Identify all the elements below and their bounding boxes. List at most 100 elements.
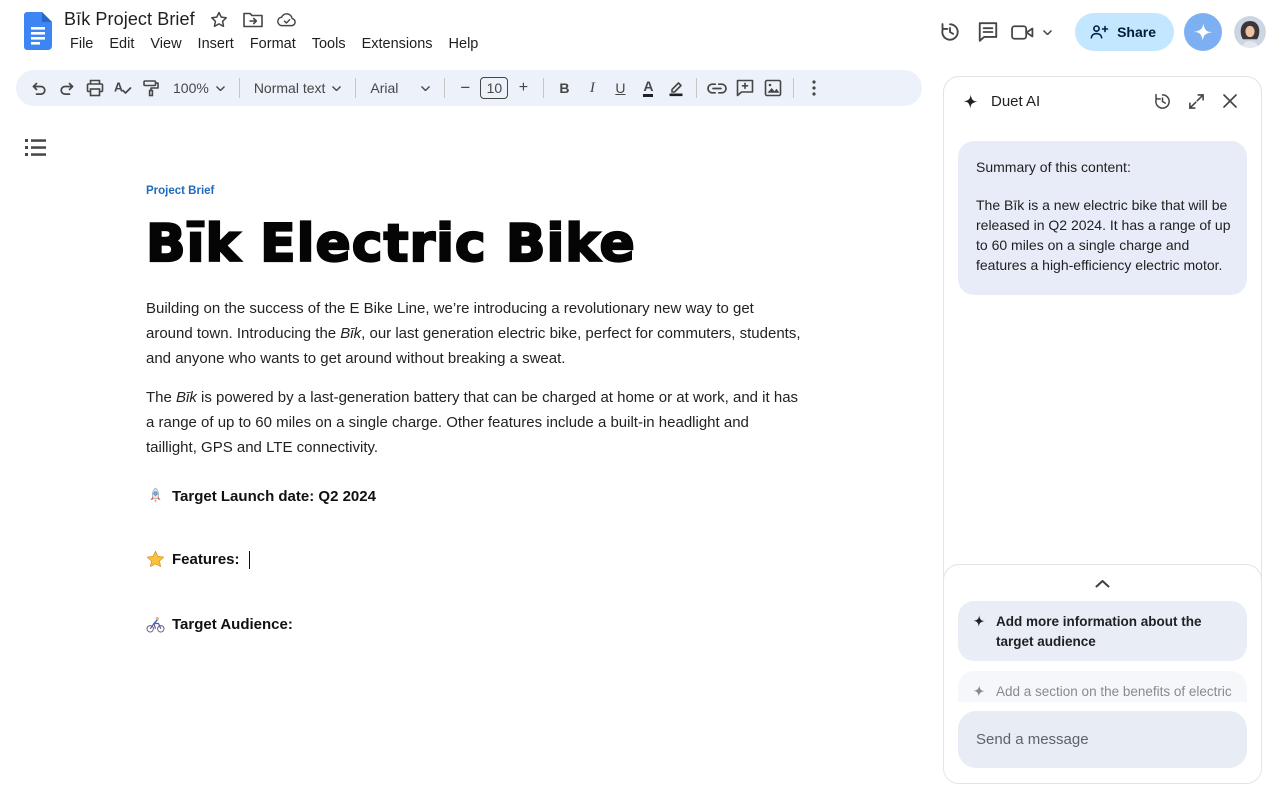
chevron-down-icon [421,86,430,91]
insert-image-button[interactable] [760,75,786,101]
close-icon [1222,93,1238,109]
sparkle-icon [1192,21,1214,43]
duet-history-button[interactable] [1145,84,1179,118]
target-audience-heading[interactable]: Target Audience: [146,615,293,634]
insert-link-button[interactable] [704,75,730,101]
duet-panel-title: Duet AI [991,93,1145,110]
google-docs-logo-icon[interactable] [24,12,52,50]
heading-text: Target Audience: [172,616,293,633]
document-title[interactable]: Bīk Project Brief [64,9,195,30]
paragraph-style-dropdown[interactable]: Normal text [247,75,349,101]
italic-product-name: Bīk [176,389,197,406]
spellcheck-icon: A [114,79,132,97]
paragraph-text: is powered by a last-generation battery … [146,389,798,456]
duet-message-input[interactable] [958,711,1247,768]
add-comment-button[interactable] [732,75,758,101]
print-icon [86,79,104,97]
version-history-button[interactable] [931,13,969,51]
underline-button[interactable]: U [607,75,633,101]
font-family-value: Arial [370,80,398,96]
document-outline-icon [24,137,48,159]
app-bar: Bīk Project Brief File Edit View Insert … [0,0,1280,64]
rocket-emoji [146,487,165,506]
collapse-suggestions-button[interactable] [1083,573,1123,595]
share-button[interactable]: Share [1075,13,1174,51]
menu-insert[interactable]: Insert [190,33,242,55]
menu-view[interactable]: View [142,33,189,55]
spelling-check-button[interactable]: A [110,75,136,101]
duet-ai-button[interactable] [1184,13,1222,51]
zoom-dropdown[interactable]: 100% [166,75,232,101]
move-to-folder-icon[interactable] [243,10,263,30]
suggestion-label: Add more information about the target au… [996,612,1233,650]
heading-text: Target Launch date: Q2 2024 [172,488,376,505]
link-icon [707,83,727,94]
italic-product-name: Bīk [340,325,361,342]
account-avatar[interactable] [1234,16,1266,48]
undo-icon [30,79,48,97]
paragraph-text: The [146,389,176,406]
menu-bar: File Edit View Insert Format Tools Exten… [62,33,486,55]
menu-help[interactable]: Help [441,33,487,55]
more-options-button[interactable] [801,75,827,101]
comment-icon [977,21,999,43]
menu-tools[interactable]: Tools [304,33,354,55]
bold-button[interactable]: B [551,75,577,101]
duet-expand-button[interactable] [1179,84,1213,118]
toolbar-divider [239,78,240,98]
menu-format[interactable]: Format [242,33,304,55]
increase-font-size-button[interactable]: + [510,75,536,101]
show-outline-button[interactable] [24,136,50,160]
font-family-dropdown[interactable]: Arial [363,75,437,101]
menu-file[interactable]: File [62,33,101,55]
summary-label: Summary of this content: [976,159,1231,175]
doc-main-title[interactable]: Bīk Electric Bike [146,214,636,274]
formatting-toolbar: A 100% Normal text Arial − 10 + B I U A [16,70,922,106]
duet-suggestions-sheet: Add more information about the target au… [943,564,1262,784]
comments-button[interactable] [969,13,1007,51]
join-call-button[interactable] [1007,13,1037,51]
redo-button[interactable] [54,75,80,101]
history-icon [1153,92,1172,111]
summary-body: The Bīk is a new electric bike that will… [976,195,1231,275]
decrease-font-size-button[interactable]: − [452,75,478,101]
duet-close-button[interactable] [1213,84,1247,118]
redo-icon [58,79,76,97]
doc-paragraph-2[interactable]: The Bīk is powered by a last-generation … [146,385,801,460]
zoom-value: 100% [173,80,209,96]
toolbar-divider [793,78,794,98]
highlight-color-button[interactable] [663,75,689,101]
suggestion-chip-target-audience[interactable]: Add more information about the target au… [958,601,1247,661]
image-icon [764,79,782,97]
italic-button[interactable]: I [579,75,605,101]
undo-button[interactable] [26,75,52,101]
paint-format-button[interactable] [138,75,164,101]
menu-extensions[interactable]: Extensions [354,33,441,55]
doc-paragraph-1[interactable]: Building on the success of the E Bike Li… [146,296,801,371]
video-camera-icon [1011,24,1034,41]
open-in-full-icon [1188,93,1205,110]
toolbar-divider [543,78,544,98]
star-icon[interactable] [209,10,229,30]
cloud-saved-icon[interactable] [277,10,297,30]
text-cursor [249,551,251,569]
more-vertical-icon [812,80,816,96]
highlighter-icon [667,79,685,97]
heading-text: Features: [172,551,240,568]
sparkle-icon [972,684,986,698]
doc-eyebrow[interactable]: Project Brief [146,185,214,197]
ai-summary-card: Summary of this content: The Bīk is a ne… [958,141,1247,295]
features-heading[interactable]: Features: [146,550,250,569]
print-button[interactable] [82,75,108,101]
duet-panel-header: Duet AI [944,77,1261,121]
svg-text:A: A [114,81,123,95]
toolbar-divider [444,78,445,98]
text-color-button[interactable]: A [635,75,661,101]
font-size-input[interactable]: 10 [480,77,508,99]
toolbar-divider [355,78,356,98]
call-options-dropdown[interactable] [1037,13,1057,51]
add-comment-icon [736,79,754,97]
menu-edit[interactable]: Edit [101,33,142,55]
launch-date-heading[interactable]: Target Launch date: Q2 2024 [146,487,376,506]
person-add-icon [1089,24,1109,40]
